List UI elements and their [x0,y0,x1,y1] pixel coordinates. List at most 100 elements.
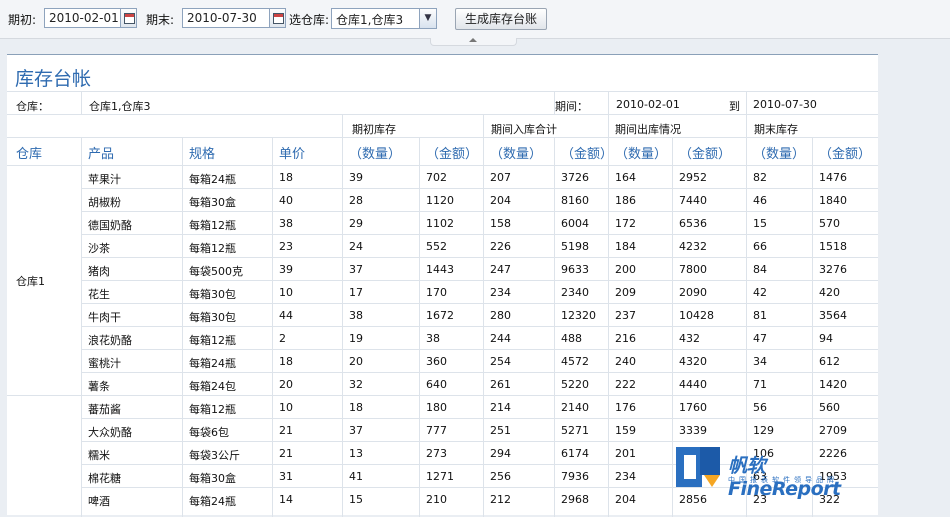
table-cell: 294 [490,447,511,460]
end-date-label: 期末: [146,13,175,27]
column-header-4: （数量） [349,147,402,162]
table-cell: 237 [615,309,636,322]
table-cell: 37 [349,424,363,437]
grid-line [7,137,878,138]
table-cell: 每箱30包 [189,288,236,301]
table-cell: 256 [490,470,511,483]
table-cell: 31 [279,470,293,483]
grid-line [81,188,878,189]
table-cell: 15 [753,217,767,230]
table-cell: 204 [490,194,511,207]
table-cell: 201 [615,447,636,460]
table-cell: 212 [490,493,511,506]
table-cell: 38 [279,217,293,230]
report-to-label: 到 [729,100,740,113]
table-cell: 46 [753,194,767,207]
product-cell: 胡椒粉 [88,196,121,209]
table-cell: 129 [753,424,774,437]
table-cell: 254 [490,355,511,368]
grid-line [7,114,878,115]
warehouse-select[interactable]: 仓库1,仓库3 ▼ [331,8,437,29]
table-cell: 每箱24瓶 [189,357,236,370]
generate-ledger-button[interactable]: 生成库存台账 [455,8,547,30]
grid-line [81,326,878,327]
table-cell: 6004 [561,217,589,230]
table-cell: 39 [349,171,363,184]
end-date-input[interactable]: 2010-07-30 [182,8,274,28]
table-cell: 200 [615,263,636,276]
parameter-toolbar: 期初: 2010-02-01 期末: 2010-07-30 选仓库: 仓库1,仓… [0,0,950,39]
table-cell: 每箱30盒 [189,472,236,485]
table-cell: 1271 [426,470,454,483]
table-cell: 10 [279,401,293,414]
table-cell: 12320 [561,309,596,322]
table-cell: 42 [753,286,767,299]
table-cell: 172 [615,217,636,230]
column-header-8: （数量） [615,147,668,162]
grid-line [81,372,878,373]
table-cell: 18 [279,355,293,368]
grid-line [81,211,878,212]
grid-line [483,114,484,137]
finereport-logo-icon [676,447,720,487]
group-header-inbound: 期间入库合计 [491,123,557,136]
table-cell: 每箱12瓶 [189,219,236,232]
report-period-label: 期间： [555,100,588,113]
table-cell: 32 [349,378,363,391]
table-cell: 360 [426,355,447,368]
table-cell: 82 [753,171,767,184]
group-header-opening: 期初库存 [352,123,396,136]
group-header-outbound: 期间出库情况 [615,123,681,136]
grid-line [7,91,878,92]
product-cell: 糯米 [88,449,110,462]
collapse-toolbar-handle[interactable] [430,38,517,46]
table-cell: 204 [615,493,636,506]
table-cell: 273 [426,447,447,460]
table-cell: 4440 [679,378,707,391]
finereport-watermark: 帆软FineReport 中国报表软件领导品牌 [674,443,864,500]
table-cell: 7440 [679,194,707,207]
table-cell: 4320 [679,355,707,368]
table-cell: 10 [279,286,293,299]
table-cell: 2709 [819,424,847,437]
table-cell: 56 [753,401,767,414]
table-cell: 10428 [679,309,714,322]
grid-line [342,137,343,517]
grid-line [554,137,555,517]
grid-line [7,395,878,396]
warehouse-group-label: 仓库1 [16,275,45,288]
table-cell: 186 [615,194,636,207]
column-header-11: （金额） [819,147,872,162]
chevron-down-icon[interactable]: ▼ [419,9,436,28]
table-cell: 81 [753,309,767,322]
table-cell: 5198 [561,240,589,253]
table-cell: 1672 [426,309,454,322]
grid-line [483,137,484,517]
grid-line [182,137,183,517]
column-header-9: （金额） [679,147,732,162]
table-cell: 261 [490,378,511,391]
table-cell: 71 [753,378,767,391]
table-cell: 158 [490,217,511,230]
table-cell: 20 [279,378,293,391]
table-cell: 640 [426,378,447,391]
end-calendar-icon[interactable] [269,8,286,28]
table-cell: 240 [615,355,636,368]
table-cell: 164 [615,171,636,184]
table-cell: 每箱12瓶 [189,403,236,416]
table-cell: 29 [349,217,363,230]
table-cell: 23 [279,240,293,253]
product-cell: 薯条 [88,380,110,393]
table-cell: 7800 [679,263,707,276]
start-calendar-icon[interactable] [120,8,137,28]
table-cell: 15 [349,493,363,506]
table-cell: 13 [349,447,363,460]
table-cell: 176 [615,401,636,414]
table-cell: 66 [753,240,767,253]
product-cell: 牛肉干 [88,311,121,324]
grid-line [81,137,82,517]
collapse-arrow-icon [469,38,477,42]
table-cell: 3339 [679,424,707,437]
product-cell: 棉花糖 [88,472,121,485]
table-cell: 570 [819,217,840,230]
